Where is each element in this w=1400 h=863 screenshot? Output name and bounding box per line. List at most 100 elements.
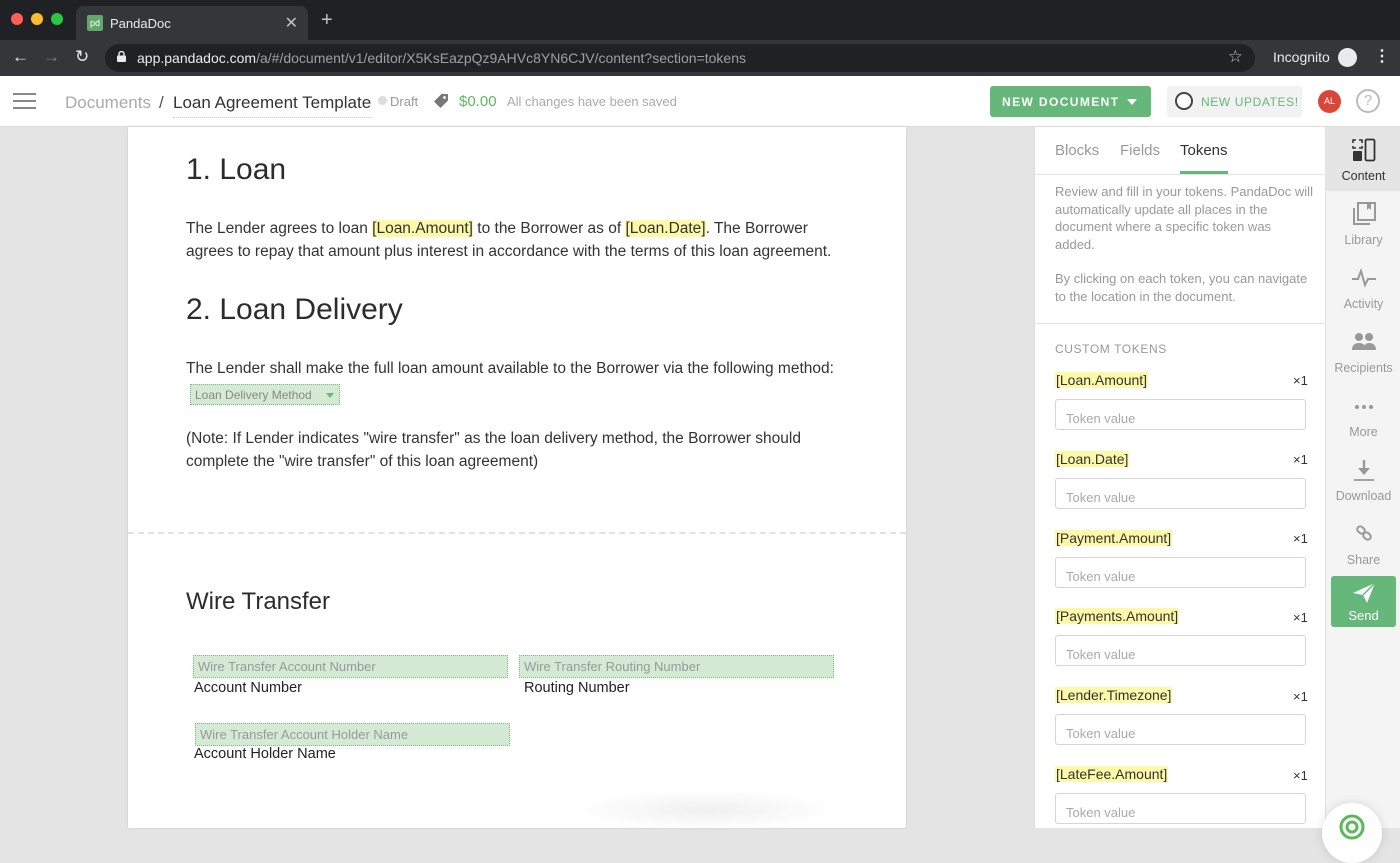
tab-close-icon[interactable]: ✕ — [285, 13, 298, 33]
tab-blocks[interactable]: Blocks — [1055, 142, 1099, 159]
support-chat-button[interactable] — [1322, 803, 1382, 863]
rail-item-activity[interactable]: Activity — [1326, 255, 1400, 319]
document-page: 1. Loan The Lender agrees to loan [Loan.… — [128, 127, 906, 828]
rail-label: Recipients — [1334, 361, 1393, 375]
avatar[interactable]: AL — [1318, 90, 1341, 113]
routing-number-label: Routing Number — [524, 680, 630, 696]
incognito-icon[interactable] — [1338, 48, 1357, 67]
breadcrumb-documents[interactable]: Documents — [65, 93, 151, 113]
document-price[interactable]: $0.00 — [459, 93, 497, 110]
rail-item-share[interactable]: Share — [1326, 511, 1400, 575]
window-maximize-button[interactable] — [51, 13, 63, 25]
loan-paragraph: The Lender agrees to loan [Loan.Amount] … — [186, 217, 856, 263]
url-input[interactable]: app.pandadoc.com/a/#/document/v1/editor/… — [105, 44, 1255, 72]
forward-icon[interactable]: → — [43, 47, 60, 67]
download-icon — [1354, 460, 1374, 481]
rail-item-recipients[interactable]: Recipients — [1326, 319, 1400, 383]
new-updates-label: NEW UPDATES! — [1201, 95, 1299, 109]
section-heading-loan-delivery: 2. Loan Delivery — [186, 293, 403, 326]
rail-label: Content — [1341, 169, 1386, 183]
price-tag-icon[interactable] — [433, 93, 449, 109]
recipients-icon — [1352, 333, 1376, 350]
token-count: ×1 — [1293, 610, 1308, 625]
account-number-label: Account Number — [194, 680, 302, 696]
token-value-input[interactable] — [1055, 557, 1306, 588]
save-status: All changes have been saved — [507, 94, 677, 109]
right-rail: Content Library Activity Recipients More… — [1325, 127, 1400, 828]
hamburger-menu-icon[interactable] — [13, 93, 36, 109]
incognito-label: Incognito — [1273, 49, 1330, 65]
dropdown-caret-icon — [326, 393, 334, 398]
help-icon[interactable]: ? — [1356, 89, 1380, 113]
token-count: ×1 — [1293, 373, 1308, 388]
token-count: ×1 — [1293, 768, 1308, 783]
note-paragraph: (Note: If Lender indicates "wire transfe… — [186, 430, 801, 470]
page-break-divider — [128, 532, 906, 534]
token-value-input[interactable] — [1055, 399, 1306, 430]
share-link-icon — [1356, 525, 1372, 541]
rail-item-download[interactable]: Download — [1326, 447, 1400, 511]
rail-label: Download — [1335, 489, 1392, 503]
window-close-button[interactable] — [11, 13, 23, 25]
document-title[interactable]: Loan Agreement Template — [173, 93, 372, 118]
url-text: app.pandadoc.com/a/#/document/v1/editor/… — [137, 50, 746, 66]
tab-fields[interactable]: Fields — [1120, 142, 1160, 159]
status-badge: Draft — [390, 94, 419, 109]
browser-menu-icon[interactable]: ⋮ — [1374, 46, 1390, 66]
loan-delivery-method-dropdown[interactable]: Loan Delivery Method — [190, 384, 340, 405]
custom-tokens-title: CUSTOM TOKENS — [1055, 342, 1167, 356]
loan-text-part: The Lender agrees to loan — [186, 220, 373, 237]
window-minimize-button[interactable] — [31, 13, 43, 25]
rail-item-content[interactable]: Content — [1326, 127, 1400, 191]
new-tab-icon[interactable]: + — [321, 9, 333, 32]
token-name[interactable]: [Lender.Timezone] — [1055, 687, 1173, 703]
token-name[interactable]: [Loan.Amount] — [1055, 372, 1149, 388]
token-name[interactable]: [Payment.Amount] — [1055, 530, 1173, 546]
account-number-field[interactable]: Wire Transfer Account Number — [193, 655, 508, 678]
tokens-description: Review and fill in your tokens. PandaDoc… — [1055, 184, 1313, 252]
loan-delivery-paragraph: The Lender shall make the full loan amou… — [186, 360, 834, 377]
rail-label: Activity — [1343, 297, 1384, 311]
section-heading-loan: 1. Loan — [186, 153, 287, 186]
rail-item-library[interactable]: Library — [1326, 191, 1400, 255]
new-document-button[interactable]: NEW DOCUMENT — [990, 86, 1151, 117]
token-name[interactable]: [Payments.Amount] — [1055, 608, 1180, 624]
bookmark-star-icon[interactable]: ☆ — [1228, 47, 1243, 67]
token-loan-amount[interactable]: [Loan.Amount] — [372, 220, 473, 237]
rail-label: Share — [1346, 553, 1381, 567]
rail-label: Library — [1344, 233, 1383, 247]
rail-item-more[interactable]: More — [1326, 383, 1400, 447]
token-value-input[interactable] — [1055, 478, 1306, 509]
send-label: Send — [1348, 608, 1379, 623]
reload-icon[interactable]: ↻ — [75, 47, 89, 67]
account-holder-name-field[interactable]: Wire Transfer Account Holder Name — [195, 723, 510, 746]
activity-icon — [1352, 267, 1376, 288]
rail-label: More — [1349, 425, 1378, 439]
tabs-divider — [1035, 174, 1326, 175]
panda-icon — [1175, 92, 1193, 110]
content-icon — [1352, 138, 1376, 162]
new-updates-button[interactable]: NEW UPDATES! — [1167, 86, 1302, 117]
token-count: ×1 — [1293, 452, 1308, 467]
browser-tab-bar: pd PandaDoc ✕ + — [0, 0, 1400, 40]
token-loan-date[interactable]: [Loan.Date] — [625, 220, 706, 237]
tab-tokens[interactable]: Tokens — [1180, 142, 1228, 159]
token-value-input[interactable] — [1055, 635, 1306, 666]
send-paper-plane-icon — [1353, 582, 1376, 603]
dropdown-value: Loan Delivery Method — [195, 388, 312, 402]
new-document-label: NEW DOCUMENT — [1002, 95, 1120, 109]
token-name[interactable]: [Loan.Date] — [1055, 451, 1130, 467]
browser-tab[interactable]: pd PandaDoc ✕ — [76, 6, 308, 40]
address-bar-row: ← → ↻ app.pandadoc.com/a/#/document/v1/e… — [0, 40, 1400, 76]
token-count: ×1 — [1293, 531, 1308, 546]
back-icon[interactable]: ← — [12, 47, 29, 67]
status-dot — [378, 96, 387, 105]
library-icon — [1353, 202, 1376, 225]
token-value-input[interactable] — [1055, 793, 1306, 824]
token-value-input[interactable] — [1055, 714, 1306, 745]
token-name[interactable]: [LateFee.Amount] — [1055, 766, 1169, 782]
token-count: ×1 — [1293, 689, 1308, 704]
routing-number-field[interactable]: Wire Transfer Routing Number — [519, 655, 834, 678]
tab-title: PandaDoc — [110, 16, 171, 31]
send-button[interactable]: Send — [1331, 576, 1396, 627]
